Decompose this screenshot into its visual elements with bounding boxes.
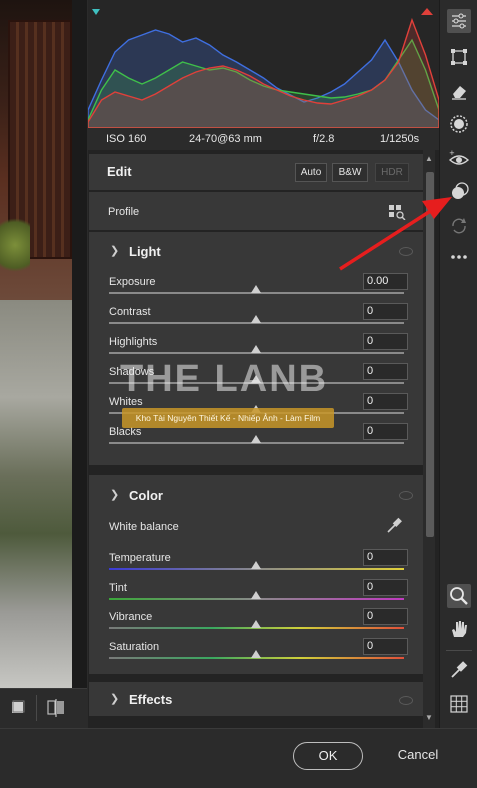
color-sampler-icon[interactable] bbox=[447, 658, 471, 682]
profile-label: Profile bbox=[108, 206, 140, 218]
sliders-icon[interactable] bbox=[447, 9, 471, 33]
highlight-clipping-icon bbox=[421, 8, 433, 15]
ok-button[interactable]: OK bbox=[293, 742, 363, 770]
color-thumb-vibrance[interactable] bbox=[251, 620, 261, 628]
color-value-saturation[interactable]: 0 bbox=[363, 637, 408, 655]
bw-button[interactable]: B&W bbox=[332, 163, 368, 182]
light-value-blacks[interactable]: 0 bbox=[363, 423, 408, 440]
color-value-vibrance[interactable]: 0 bbox=[363, 608, 408, 625]
effects-title[interactable]: Effects bbox=[129, 692, 172, 707]
shutter-value: 1/1250s bbox=[380, 133, 420, 145]
auto-button[interactable]: Auto bbox=[295, 163, 327, 182]
light-collapse-icon[interactable]: ❯ bbox=[110, 244, 119, 257]
color-label-saturation: Saturation bbox=[109, 640, 160, 653]
scroll-down-icon[interactable]: ▼ bbox=[425, 713, 433, 722]
color-value-tint[interactable]: 0 bbox=[363, 578, 408, 596]
hdr-button[interactable]: HDR bbox=[375, 163, 409, 182]
light-value-shadows[interactable]: 0 bbox=[363, 363, 408, 380]
red-eye-icon[interactable]: + bbox=[447, 148, 471, 172]
light-thumb-blacks[interactable] bbox=[251, 435, 261, 443]
photo-plant bbox=[0, 210, 30, 280]
watermark: THE LANB Kho Tài Nguyên Thiết Kế - Nhiếp… bbox=[120, 358, 362, 430]
lens-value: 24-70@63 mm bbox=[189, 133, 262, 145]
masking-icon[interactable] bbox=[447, 112, 471, 136]
eraser-icon[interactable] bbox=[447, 79, 471, 103]
effects-expand-icon[interactable]: ❯ bbox=[110, 692, 119, 705]
color-thumb-temperature[interactable] bbox=[251, 561, 261, 569]
color-label-vibrance: Vibrance bbox=[109, 611, 153, 623]
histogram bbox=[87, 0, 440, 129]
annotation-arrow-icon bbox=[339, 197, 452, 271]
light-thumb-contrast[interactable] bbox=[251, 315, 261, 323]
effects-section: ❯ Effects bbox=[89, 682, 423, 716]
hand-icon[interactable] bbox=[447, 617, 471, 641]
white-balance-eyedropper-icon[interactable] bbox=[385, 515, 403, 535]
color-section: ❯ Color White balance Temperature 0 Tint 0 V… bbox=[89, 475, 423, 674]
view-mode-icon[interactable] bbox=[10, 699, 26, 715]
color-label-temperature: Temperature bbox=[109, 552, 171, 564]
compare-icon[interactable] bbox=[46, 699, 66, 717]
light-label-exposure: Exposure bbox=[109, 276, 156, 288]
preview-toolbar bbox=[0, 688, 87, 729]
edit-title: Edit bbox=[107, 164, 132, 179]
svg-text:+: + bbox=[449, 149, 455, 157]
tool-divider bbox=[446, 650, 472, 651]
color-title[interactable]: Color bbox=[129, 488, 163, 503]
watermark-tagline: Kho Tài Nguyên Thiết Kế - Nhiếp Ảnh - Là… bbox=[122, 408, 334, 428]
aperture-value: f/2.8 bbox=[313, 133, 335, 145]
exif-bar: ISO 160 24-70@63 mm f/2.8 1/1250s bbox=[88, 128, 439, 151]
watermark-brand: THE LANB bbox=[120, 358, 329, 400]
light-value-whites[interactable]: 0 bbox=[363, 393, 408, 410]
scroll-up-icon[interactable]: ▲ bbox=[425, 154, 433, 163]
light-label-highlights: Highlights bbox=[109, 336, 158, 348]
grid-icon[interactable] bbox=[447, 692, 471, 716]
zoom-icon[interactable] bbox=[447, 584, 471, 608]
iso-value: ISO 160 bbox=[106, 133, 147, 145]
light-value-exposure[interactable]: 0.00 bbox=[363, 273, 408, 290]
light-value-contrast[interactable]: 0 bbox=[363, 303, 408, 320]
color-collapse-icon[interactable]: ❯ bbox=[110, 488, 119, 501]
color-thumb-saturation[interactable] bbox=[251, 649, 261, 658]
light-value-highlights[interactable]: 0 bbox=[363, 333, 408, 350]
effects-visibility-icon[interactable] bbox=[399, 696, 413, 705]
light-label-contrast: Contrast bbox=[109, 306, 151, 318]
light-title[interactable]: Light bbox=[129, 244, 161, 259]
shadow-clipping-icon bbox=[92, 9, 100, 15]
color-thumb-tint[interactable] bbox=[251, 590, 261, 599]
color-label-tint: Tint bbox=[109, 581, 127, 594]
color-visibility-icon[interactable] bbox=[399, 491, 413, 500]
light-thumb-exposure[interactable] bbox=[251, 285, 261, 293]
tool-strip: + bbox=[439, 0, 477, 728]
crop-icon[interactable] bbox=[447, 45, 471, 69]
photo-preview[interactable] bbox=[0, 0, 87, 688]
light-thumb-highlights[interactable] bbox=[251, 345, 261, 353]
color-value-temperature[interactable]: 0 bbox=[363, 549, 408, 566]
white-balance-label: White balance bbox=[109, 521, 179, 533]
photo-frame-edge bbox=[72, 0, 87, 688]
toolbar-divider bbox=[36, 695, 37, 721]
cancel-button[interactable]: Cancel bbox=[388, 742, 448, 768]
